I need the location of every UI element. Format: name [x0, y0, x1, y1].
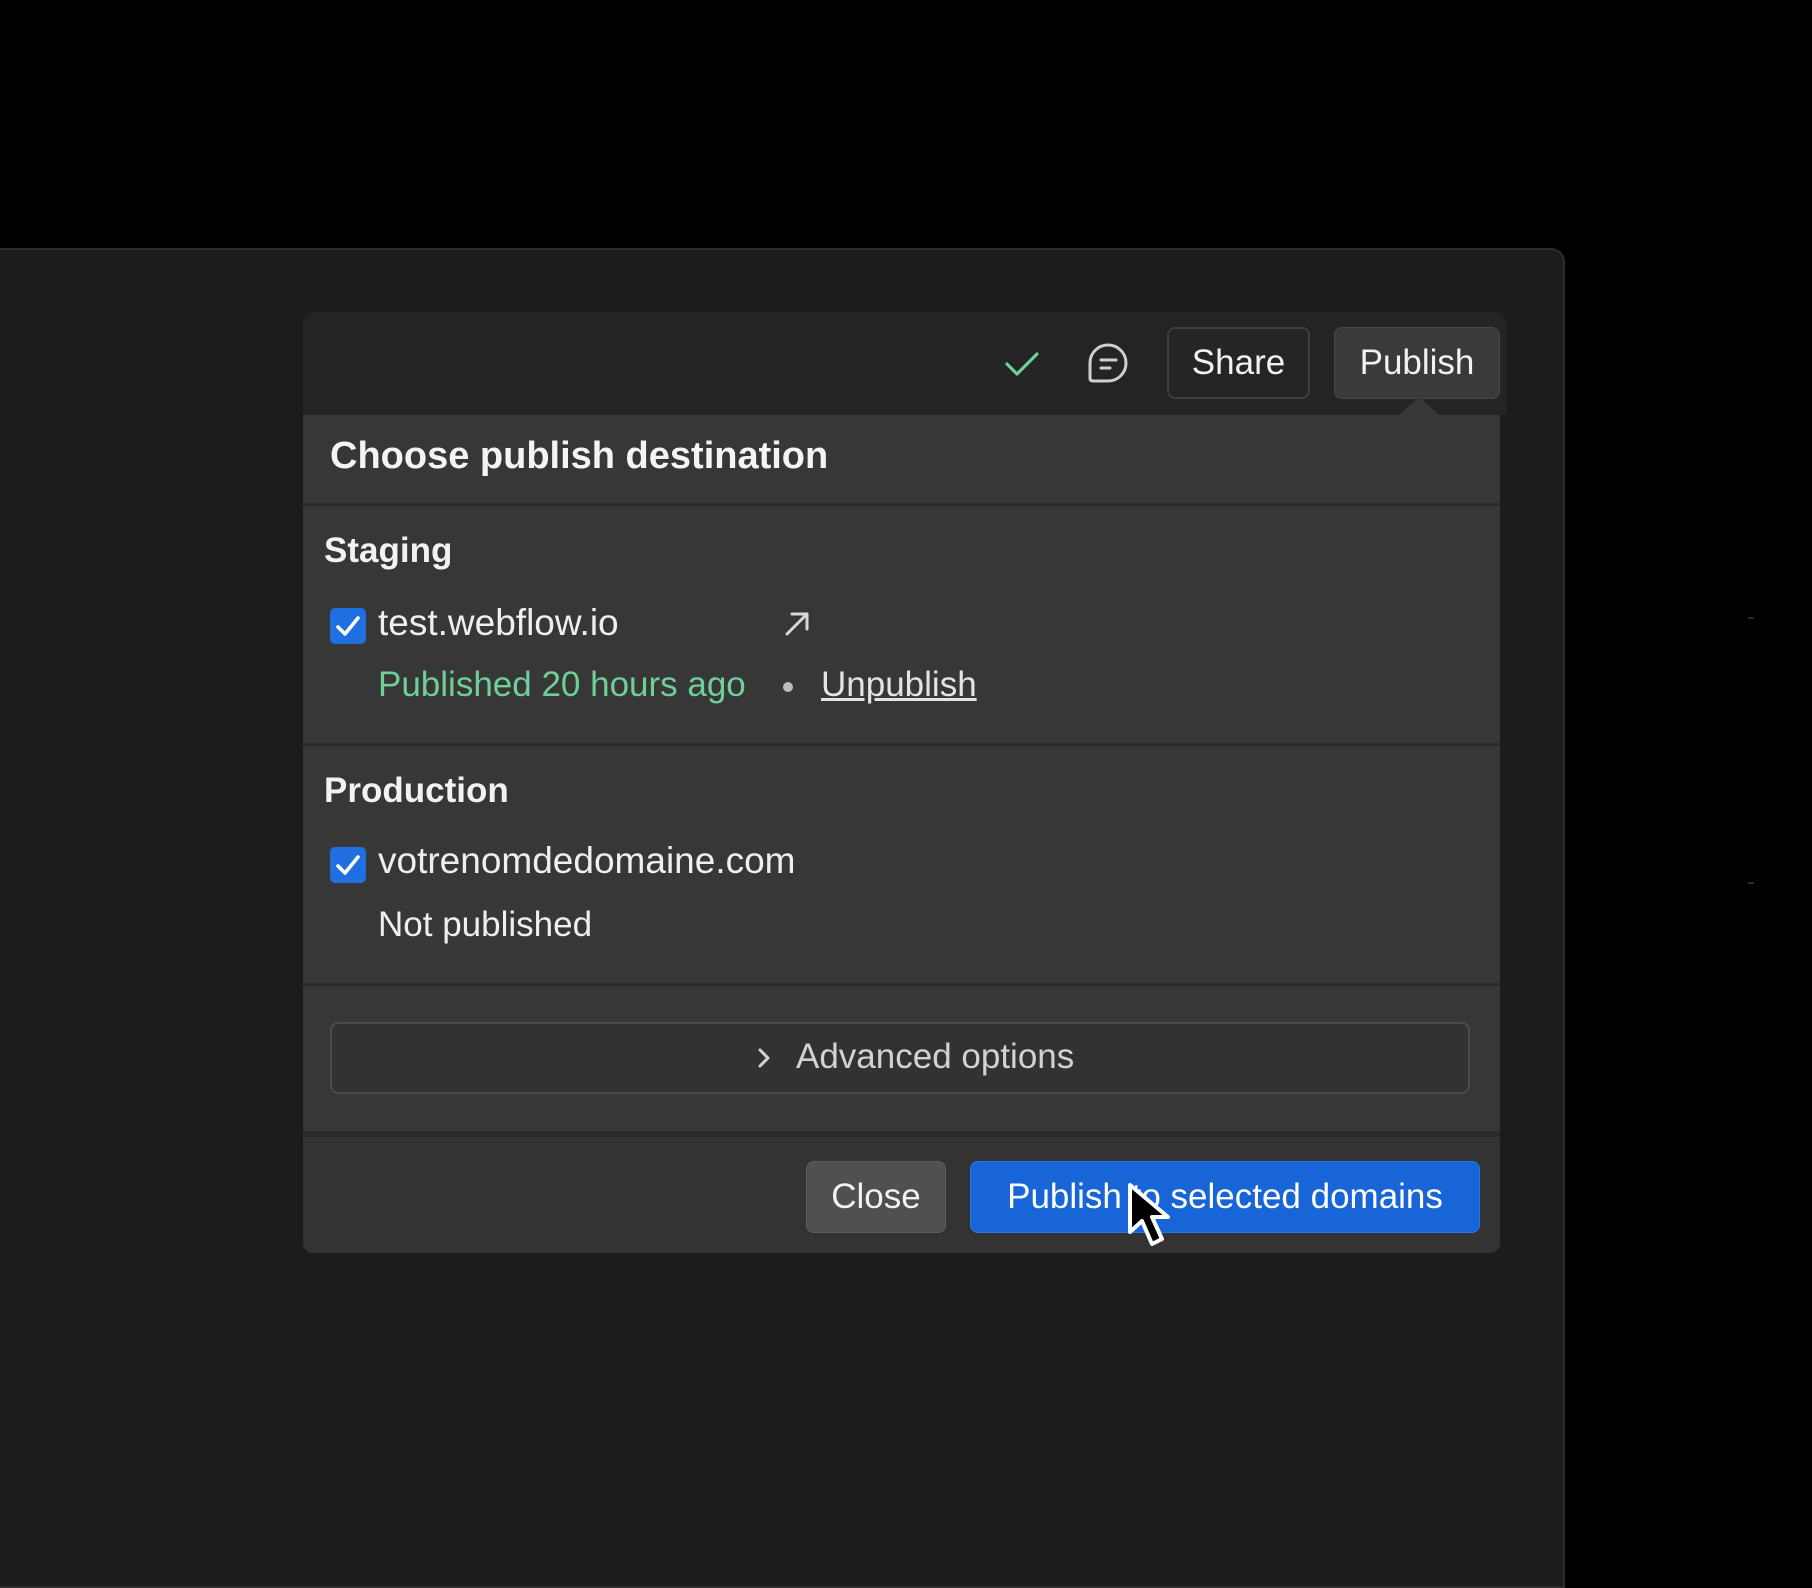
- divider: [303, 743, 1500, 746]
- check-icon: [1005, 352, 1039, 376]
- advanced-options-label: Advanced options: [796, 1037, 1075, 1076]
- section-title-staging: Staging: [324, 531, 453, 570]
- divider: [303, 503, 1500, 506]
- top-toolbar: [303, 312, 1506, 415]
- production-status: Not published: [378, 905, 593, 944]
- advanced-options-button[interactable]: Advanced options: [330, 1022, 1470, 1094]
- publish-button[interactable]: Publish: [1334, 327, 1500, 399]
- divider: [1748, 617, 1754, 619]
- mouse-cursor-icon: [1128, 1183, 1170, 1246]
- chevron-right-icon: [758, 1048, 770, 1068]
- checkmark-icon: [336, 855, 360, 875]
- publish-dialog: Choose publish destination Staging test.…: [303, 415, 1500, 1253]
- popover-caret: [1399, 397, 1439, 415]
- dialog-footer: Close Publish to selected domains: [303, 1137, 1500, 1253]
- publish-selected-domains-button[interactable]: Publish to selected domains: [970, 1161, 1480, 1233]
- close-button[interactable]: Close: [806, 1161, 946, 1233]
- production-checkbox[interactable]: [330, 847, 366, 883]
- divider: [303, 983, 1500, 986]
- share-button[interactable]: Share: [1167, 327, 1310, 399]
- separator-dot: [783, 682, 793, 692]
- comment-icon[interactable]: [1085, 340, 1131, 386]
- staging-checkbox[interactable]: [330, 608, 366, 644]
- external-link-icon[interactable]: [781, 608, 813, 640]
- dialog-title: Choose publish destination: [330, 435, 829, 477]
- staging-domain: test.webflow.io: [378, 602, 619, 643]
- production-domain: votrenomdedomaine.com: [378, 840, 796, 881]
- checkmark-icon: [336, 616, 360, 636]
- divider: [1748, 882, 1754, 884]
- staging-status: Published 20 hours ago: [378, 665, 746, 704]
- unpublish-link[interactable]: Unpublish: [821, 665, 977, 705]
- section-title-production: Production: [324, 771, 509, 810]
